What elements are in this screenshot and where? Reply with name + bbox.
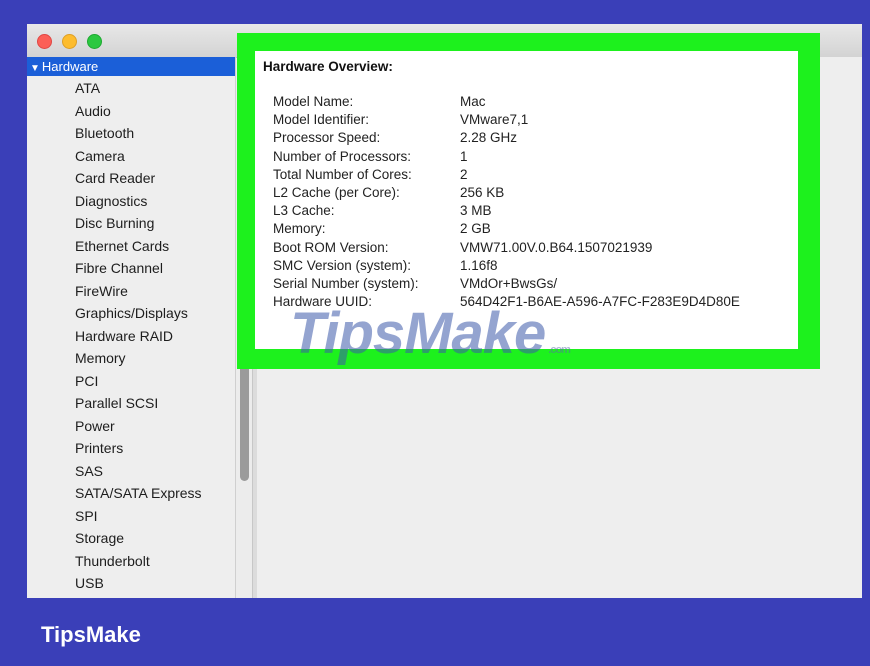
spec-row: Memory: 2 GB	[273, 221, 740, 239]
sidebar-section-label: Hardware	[41, 59, 99, 74]
spec-key: Memory:	[273, 221, 326, 237]
sidebar-item-spi[interactable]: SPI	[75, 505, 202, 528]
spec-row: L2 Cache (per Core): 256 KB	[273, 185, 740, 203]
spec-key: SMC Version (system):	[273, 257, 412, 273]
spec-key: Processor Speed:	[273, 130, 381, 146]
spec-value: 2 GB	[460, 221, 491, 237]
spec-value: Mac	[460, 94, 486, 109]
sidebar-item-hardware-raid[interactable]: Hardware RAID	[75, 325, 202, 348]
sidebar-item-usb[interactable]: USB	[75, 572, 202, 595]
spec-key: L3 Cache:	[273, 203, 335, 219]
sidebar-item-camera[interactable]: Camera	[75, 145, 202, 168]
spec-row: SMC Version (system): 1.16f8	[273, 258, 740, 276]
spec-key: Serial Number (system):	[273, 275, 419, 291]
sidebar-list: ATA Audio Bluetooth Camera Card Reader Diagno…	[75, 77, 202, 595]
spec-value: 2	[460, 166, 468, 182]
minimize-icon[interactable]	[62, 34, 77, 49]
zoom-icon[interactable]	[87, 34, 102, 49]
spec-value: VMW71.00V.0.B64.1507021939	[460, 239, 653, 255]
spec-value: 1.16f8	[460, 257, 498, 273]
spec-key: L2 Cache (per Core):	[273, 184, 400, 200]
spec-row: Model Name: Mac	[273, 94, 740, 112]
sidebar-item-ethernet-cards[interactable]: Ethernet Cards	[75, 235, 202, 258]
spec-row: Boot ROM Version: VMW71.00V.0.B64.1507021…	[273, 240, 740, 258]
sidebar-item-audio[interactable]: Audio	[75, 100, 202, 123]
spec-key: Model Identifier:	[273, 112, 370, 128]
sidebar-item-thunderbolt[interactable]: Thunderbolt	[75, 550, 202, 573]
close-icon[interactable]	[37, 34, 52, 49]
spec-row: Total Number of Cores: 2	[273, 167, 740, 185]
spec-row: Serial Number (system): VMdOr+BwsGs/	[273, 276, 740, 294]
spec-key: Model Name:	[273, 94, 354, 109]
sidebar-item-hardware[interactable]: ▼ Hardware	[27, 57, 235, 76]
sidebar-item-sata-sata-express[interactable]: SATA/SATA Express	[75, 482, 202, 505]
sidebar-item-bluetooth[interactable]: Bluetooth	[75, 122, 202, 145]
spec-value: 256 KB	[460, 184, 505, 200]
disclosure-triangle-icon[interactable]: ▼	[30, 63, 40, 74]
spec-value: 2.28 GHz	[460, 130, 518, 146]
sidebar-item-fibre-channel[interactable]: Fibre Channel	[75, 257, 202, 280]
sidebar-item-parallel-scsi[interactable]: Parallel SCSI	[75, 392, 202, 415]
spec-value: VMware7,1	[460, 112, 529, 128]
sidebar-item-disc-burning[interactable]: Disc Burning	[75, 212, 202, 235]
sidebar-item-graphics-displays[interactable]: Graphics/Displays	[75, 302, 202, 325]
spec-value: 3 MB	[460, 203, 492, 219]
spec-key: Number of Processors:	[273, 148, 412, 164]
sidebar-item-power[interactable]: Power	[75, 415, 202, 438]
spec-key: Boot ROM Version:	[273, 239, 389, 255]
sidebar-item-storage[interactable]: Storage	[75, 527, 202, 550]
spec-row: Model Identifier: VMware7,1	[273, 112, 740, 130]
sidebar-item-ata[interactable]: ATA	[75, 77, 202, 100]
brand-label: TipsMake	[41, 622, 141, 647]
watermark-suffix: .com	[548, 344, 571, 356]
sidebar-scrollbar[interactable]	[240, 356, 249, 481]
sidebar-item-memory[interactable]: Memory	[75, 347, 202, 370]
spec-value: VMdOr+BwsGs/	[460, 275, 558, 291]
overview-title: Hardware Overview:	[263, 59, 393, 74]
spec-key: Total Number of Cores:	[273, 166, 412, 182]
spec-row: Number of Processors: 1	[273, 149, 740, 167]
sidebar-item-pci[interactable]: PCI	[75, 370, 202, 393]
sidebar-item-printers[interactable]: Printers	[75, 437, 202, 460]
spec-value: 1	[460, 148, 468, 164]
sidebar-item-firewire[interactable]: FireWire	[75, 280, 202, 303]
spec-table: Model Name: Mac Model Identifier: VMware7,1…	[273, 94, 740, 312]
spec-row: Processor Speed: 2.28 GHz	[273, 130, 740, 148]
watermark-text: TipsMake	[290, 301, 546, 366]
watermark-logo: TipsMake .com	[290, 300, 571, 367]
sidebar-item-diagnostics[interactable]: Diagnostics	[75, 190, 202, 213]
sidebar: ▼ Hardware ATA Audio Bluetooth Camera Card Re…	[27, 57, 236, 598]
sidebar-item-card-reader[interactable]: Card Reader	[75, 167, 202, 190]
sidebar-item-sas[interactable]: SAS	[75, 460, 202, 483]
spec-row: L3 Cache: 3 MB	[273, 203, 740, 221]
